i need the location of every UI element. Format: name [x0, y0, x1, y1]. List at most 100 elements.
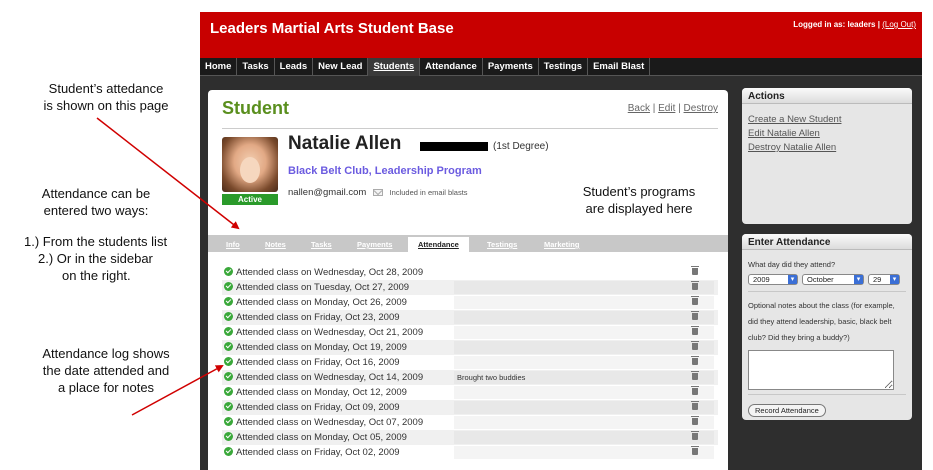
- attendance-date: Attended class on Wednesday, Oct 21, 200…: [236, 327, 424, 338]
- create-student-link[interactable]: Create a New Student: [748, 114, 912, 125]
- attendance-row: Attended class on Friday, Oct 23, 2009: [222, 310, 718, 325]
- attendance-note: [454, 311, 714, 324]
- attendance-note: [454, 401, 714, 414]
- attendance-date: Attended class on Friday, Oct 16, 2009: [236, 357, 400, 368]
- check-circle-icon: [224, 447, 233, 456]
- attendance-note: Brought two buddies: [454, 371, 714, 384]
- trash-icon[interactable]: [691, 371, 699, 380]
- check-circle-icon: [224, 372, 233, 381]
- annotation-ways-list: 1.) From the students list 2.) Or in the…: [14, 233, 190, 284]
- tab-marketing[interactable]: Marketing: [544, 240, 579, 249]
- annotated-screenshot: Student’s attedance is shown on this pag…: [0, 0, 933, 470]
- redaction-bar: [420, 142, 488, 151]
- check-circle-icon: [224, 342, 233, 351]
- annotation-line: Student’s attedance: [48, 81, 164, 96]
- day-select[interactable]: 29: [868, 274, 900, 285]
- attendance-row: Attended class on Friday, Oct 02, 2009: [222, 445, 718, 460]
- tab-attendance[interactable]: Attendance: [408, 237, 469, 252]
- nav-new-lead[interactable]: New Lead: [313, 58, 369, 76]
- trash-icon[interactable]: [691, 416, 699, 425]
- attendance-row: Attended class on Monday, Oct 12, 2009: [222, 385, 718, 400]
- nav-home[interactable]: Home: [200, 58, 238, 76]
- attendance-row: Attended class on Monday, Oct 26, 2009: [222, 295, 718, 310]
- attendance-notes-input[interactable]: [748, 350, 894, 390]
- status-badge: Active: [222, 194, 278, 205]
- trash-icon[interactable]: [691, 326, 699, 335]
- tab-tasks[interactable]: Tasks: [311, 240, 332, 249]
- attendance-date: Attended class on Friday, Oct 23, 2009: [236, 312, 400, 323]
- check-circle-icon: [224, 387, 233, 396]
- attendance-note: [454, 281, 714, 294]
- trash-icon[interactable]: [691, 311, 699, 320]
- divider: [222, 128, 718, 129]
- edit-link[interactable]: Edit: [658, 103, 675, 114]
- check-circle-icon: [224, 417, 233, 426]
- app-header: Leaders Martial Arts Student Base Logged…: [200, 12, 922, 58]
- trash-icon[interactable]: [691, 341, 699, 350]
- annotation-line: 2.) Or in the sidebar: [38, 251, 153, 266]
- attendance-note: [454, 386, 714, 399]
- month-select[interactable]: October: [802, 274, 864, 285]
- check-circle-icon: [224, 312, 233, 321]
- trash-icon[interactable]: [691, 401, 699, 410]
- destroy-link[interactable]: Destroy: [684, 103, 718, 114]
- attendance-date: Attended class on Monday, Oct 19, 2009: [236, 342, 407, 353]
- date-selects: 2009 October 29: [748, 274, 906, 285]
- actions-panel: Actions Create a New Student Edit Natali…: [742, 88, 912, 224]
- avatar: [222, 137, 278, 192]
- nav-email-blast[interactable]: Email Blast: [588, 58, 651, 76]
- attendance-note: [454, 296, 714, 309]
- main-nav: Home Tasks Leads New Lead Students Atten…: [200, 58, 922, 76]
- annotation-attendance-page: Student’s attedance is shown on this pag…: [18, 80, 194, 114]
- student-email: nallen@gmail.com: [288, 187, 367, 198]
- nav-attendance[interactable]: Attendance: [420, 58, 483, 76]
- attendance-date: Attended class on Wednesday, Oct 28, 200…: [236, 267, 424, 278]
- attendance-row: Attended class on Wednesday, Oct 14, 200…: [222, 370, 718, 385]
- attendance-note: [454, 416, 714, 429]
- logout-link[interactable]: (Log Out): [882, 20, 916, 29]
- nav-testings[interactable]: Testings: [539, 58, 589, 76]
- nav-payments[interactable]: Payments: [483, 58, 539, 76]
- trash-icon[interactable]: [691, 281, 699, 290]
- destroy-student-link[interactable]: Destroy Natalie Allen: [748, 142, 912, 153]
- annotation-line: Student’s programs: [582, 184, 696, 199]
- divider: [748, 394, 906, 395]
- attendance-row: Attended class on Friday, Oct 09, 2009: [222, 400, 718, 415]
- trash-icon[interactable]: [691, 296, 699, 305]
- trash-icon[interactable]: [691, 431, 699, 440]
- tab-info[interactable]: Info: [226, 240, 240, 249]
- annotation-line: entered two ways:: [43, 203, 149, 218]
- annotation-line: on the right.: [62, 268, 131, 283]
- nav-students[interactable]: Students: [368, 58, 421, 76]
- trash-icon[interactable]: [691, 356, 699, 365]
- tab-notes[interactable]: Notes: [265, 240, 286, 249]
- tab-payments[interactable]: Payments: [357, 240, 392, 249]
- student-degree: (1st Degree): [493, 141, 549, 152]
- tab-testings[interactable]: Testings: [487, 240, 517, 249]
- nav-tasks[interactable]: Tasks: [237, 58, 275, 76]
- trash-icon[interactable]: [691, 386, 699, 395]
- check-circle-icon: [224, 327, 233, 336]
- nav-leads[interactable]: Leads: [275, 58, 314, 76]
- trash-icon[interactable]: [691, 266, 699, 275]
- check-circle-icon: [224, 357, 233, 366]
- trash-icon[interactable]: [691, 446, 699, 455]
- page-title: Student: [222, 98, 289, 118]
- student-email-row: nallen@gmail.com Included in email blast…: [288, 187, 468, 198]
- annotation-line: is shown on this page: [43, 98, 169, 113]
- notes-label: Optional notes about the class (for exam…: [748, 301, 895, 342]
- record-attendance-button[interactable]: Record Attendance: [748, 404, 826, 417]
- back-link[interactable]: Back: [628, 103, 650, 114]
- attendance-note: [454, 326, 714, 339]
- student-name: Natalie Allen: [288, 133, 402, 154]
- year-select[interactable]: 2009: [748, 274, 798, 285]
- edit-student-link[interactable]: Edit Natalie Allen: [748, 128, 912, 139]
- attendance-row: Attended class on Monday, Oct 19, 2009: [222, 340, 718, 355]
- attendance-date: Attended class on Wednesday, Oct 07, 200…: [236, 417, 424, 428]
- annotation-line: 1.) From the students list: [24, 234, 168, 249]
- annotation-programs: Student’s programs are displayed here: [556, 183, 722, 217]
- attendance-log: Attended class on Wednesday, Oct 28, 200…: [222, 265, 718, 460]
- student-programs: Black Belt Club, Leadership Program: [288, 165, 482, 177]
- attendance-row: Attended class on Wednesday, Oct 21, 200…: [222, 325, 718, 340]
- check-circle-icon: [224, 402, 233, 411]
